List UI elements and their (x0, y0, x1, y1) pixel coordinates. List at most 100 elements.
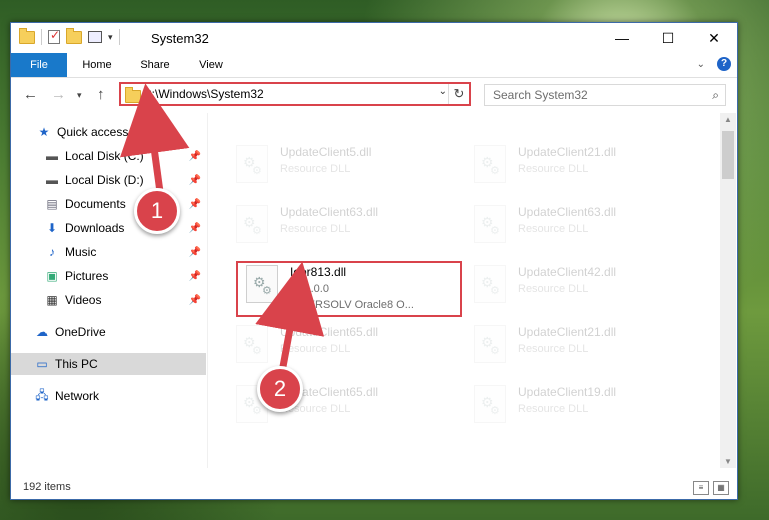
sidebar-item-pictures[interactable]: ▣ Pictures 📌 (11, 265, 206, 287)
close-button[interactable]: ✕ (691, 23, 737, 53)
sidebar-item-this-pc[interactable]: ▭ This PC (11, 353, 206, 375)
callout-badge-1: 1 (134, 188, 180, 234)
maximize-button[interactable]: ☐ (645, 23, 691, 53)
dll-file-icon: ⚙ ⚙ (236, 145, 268, 183)
dll-file-icon: ⚙ ⚙ (474, 265, 506, 303)
window-title: System32 (151, 31, 209, 46)
sidebar-item-label: Documents (65, 197, 126, 211)
file-item[interactable]: ⚙ ⚙ UpdateClient19.dll Resource DLL (474, 381, 694, 427)
scroll-down-icon[interactable]: ▼ (724, 457, 732, 466)
tab-home[interactable]: Home (75, 53, 119, 77)
folder-icon (125, 87, 141, 103)
new-folder-icon[interactable] (66, 27, 82, 44)
scroll-up-icon[interactable]: ▲ (724, 115, 732, 124)
network-icon: 🖧 (35, 387, 49, 402)
sidebar-item-onedrive[interactable]: ☁ OneDrive (11, 321, 206, 343)
address-dropdown-icon[interactable]: ⌄ (439, 86, 447, 97)
vertical-scrollbar[interactable]: ▲ ▼ (720, 113, 736, 468)
sidebar-item-quick-access[interactable]: ★ Quick access (11, 121, 206, 143)
file-name: UpdateClient63.dll (280, 205, 379, 219)
file-name: UpdateClient65.dll (280, 325, 379, 339)
search-icon[interactable]: ⌕ (712, 88, 719, 103)
file-item[interactable]: ⚙ ⚙ UpdateClient21.dll Resource DLL (474, 321, 694, 367)
sidebar-item-label: Pictures (65, 269, 109, 283)
sidebar-item-label: This PC (55, 357, 98, 371)
refresh-icon[interactable]: ↻ (448, 84, 469, 104)
folder-icon[interactable] (19, 27, 35, 44)
computer-icon: ▭ (36, 357, 48, 371)
large-icons-view-icon[interactable]: ▦ (713, 481, 729, 495)
sidebar-item-local-disk-d[interactable]: ▬ Local Disk (D:) 📌 (11, 169, 206, 191)
sidebar-item-label: Local Disk (D:) (65, 173, 144, 187)
minimize-button[interactable]: — (599, 23, 645, 53)
callout-badge-2: 2 (257, 366, 303, 412)
sidebar-item-local-disk-c[interactable]: ▬ Local Disk (C:) 📌 (11, 145, 206, 167)
dll-file-icon: ⚙ ⚙ (474, 385, 506, 423)
search-input[interactable]: Search System32 ⌕ (484, 84, 726, 106)
music-icon: ♪ (49, 245, 55, 259)
file-description: Resource DLL (280, 343, 351, 355)
address-path[interactable]: C:\Windows\System32 (143, 87, 264, 101)
scrollbar-thumb[interactable] (722, 131, 734, 179)
explorer-window: ▾ System32 — ☐ ✕ File Home Share View ⌄ … (10, 22, 738, 500)
address-bar[interactable]: C:\Windows\System32 ⌄ ↻ (119, 82, 471, 106)
file-name: UpdateClient5.dll (280, 145, 372, 159)
tab-file[interactable]: File (11, 53, 67, 77)
sidebar-item-network[interactable]: 🖧 Network (11, 385, 206, 407)
sidebar-item-label: OneDrive (55, 325, 106, 339)
tab-view[interactable]: View (189, 53, 233, 77)
navigation-pane: ★ Quick access ▬ Local Disk (C:) 📌 ▬ Loc… (11, 113, 206, 468)
sidebar-item-music[interactable]: ♪ Music 📌 (11, 241, 206, 263)
file-item[interactable]: ⚙ ⚙ UpdateClient65.dll Resource DLL (236, 321, 456, 367)
dll-file-icon: ⚙ ⚙ (474, 325, 506, 363)
properties-check-icon[interactable] (48, 28, 60, 44)
pin-icon[interactable]: 📌 (189, 223, 201, 234)
details-view-icon[interactable]: ≡ (693, 481, 709, 495)
file-name: UpdateClient42.dll (518, 265, 617, 279)
file-item[interactable]: ⚙ ⚙ UpdateClient21.dll Resource DLL (474, 141, 694, 187)
title-bar: ▾ System32 — ☐ ✕ (11, 23, 737, 53)
separator (41, 29, 42, 45)
file-item[interactable]: ⚙ ⚙ UpdateClient42.dll Resource DLL (474, 261, 694, 307)
file-description: Resource DLL (518, 403, 589, 415)
dll-file-icon: ⚙ ⚙ (474, 145, 506, 183)
cloud-icon: ☁ (36, 325, 48, 339)
file-description: Resource DLL (518, 223, 589, 235)
sidebar-item-videos[interactable]: ▦ Videos 📌 (11, 289, 206, 311)
file-item[interactable]: ⚙ ⚙ UpdateClient5.dll Resource DLL (236, 141, 456, 187)
pin-icon[interactable]: 📌 (189, 271, 201, 282)
item-count: 192 items (23, 481, 71, 493)
qat-dropdown-icon[interactable]: ▾ (108, 32, 113, 43)
ribbon-controls: ⌄ ? (697, 57, 731, 71)
navigation-bar: ← → ▾ ↑ C:\Windows\System32 ⌄ ↻ Search S… (11, 78, 737, 112)
file-name: UpdateClient21.dll (518, 325, 617, 339)
picture-icon: ▣ (46, 269, 58, 283)
ribbon-tabs: File Home Share View ⌄ ? (11, 53, 737, 78)
pin-icon[interactable]: 📌 (189, 175, 201, 186)
customize-icon[interactable] (88, 31, 102, 43)
file-name: UpdateClient19.dll (518, 385, 617, 399)
forward-arrow-icon[interactable]: → (51, 86, 66, 103)
sidebar-item-label: Quick access (57, 125, 129, 139)
pin-icon[interactable]: 📌 (189, 295, 201, 306)
back-arrow-icon[interactable]: ← (23, 86, 38, 103)
document-icon: ▤ (46, 197, 58, 211)
file-item[interactable]: ⚙ ⚙ UpdateClient63.dll Resource DLL (236, 201, 456, 247)
window-controls: — ☐ ✕ (599, 23, 737, 53)
pin-icon[interactable]: 📌 (189, 199, 201, 210)
help-icon[interactable]: ? (717, 57, 731, 71)
sidebar-item-label: Network (55, 389, 100, 403)
recent-locations-icon[interactable]: ▾ (77, 90, 82, 101)
tab-share[interactable]: Share (133, 53, 177, 77)
dll-file-icon: ⚙ ⚙ (236, 325, 268, 363)
pin-icon[interactable]: 📌 (189, 151, 201, 162)
file-description: Resource DLL (280, 163, 351, 175)
file-name: UpdateClient21.dll (518, 145, 617, 159)
pin-icon[interactable]: 📌 (189, 247, 201, 258)
up-arrow-icon[interactable]: ↑ (97, 86, 105, 103)
file-item[interactable]: ⚙ ⚙ UpdateClient63.dll Resource DLL (474, 201, 694, 247)
file-name: UpdateClient63.dll (518, 205, 617, 219)
expand-ribbon-icon[interactable]: ⌄ (697, 59, 705, 70)
sidebar-item-label: Local Disk (C:) (65, 149, 144, 163)
file-highlight-box (236, 261, 462, 317)
